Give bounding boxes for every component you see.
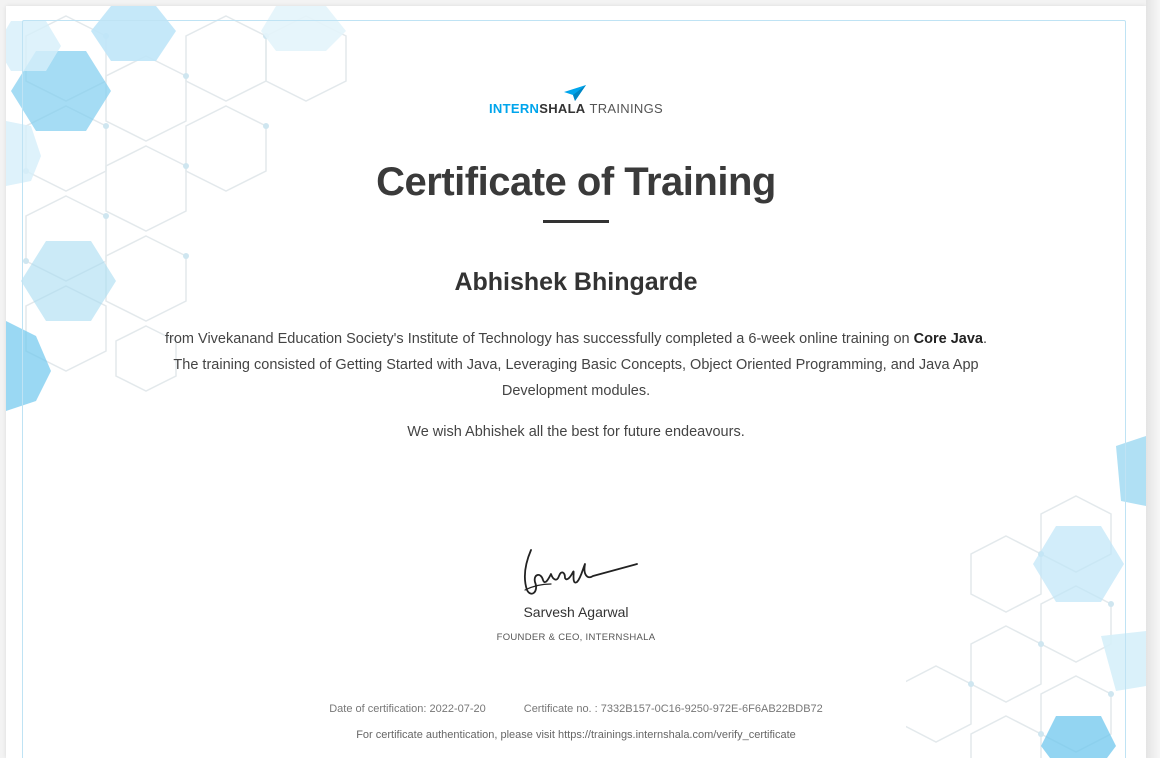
course-name: Core Java	[913, 331, 983, 347]
title-divider	[543, 220, 609, 223]
certificate-title: Certificate of Training	[376, 160, 776, 204]
body-text-part1: from Vivekanand Education Society's Inst…	[165, 331, 910, 347]
brand-intern: INTERN	[489, 101, 540, 116]
brand-shala: SHALA	[539, 101, 586, 116]
signature-image	[524, 549, 638, 595]
certificate-page: INTERNSHALA TRAININGS Certificate of Trai…	[6, 6, 1146, 758]
signer-name: Sarvesh Agarwal	[523, 604, 629, 620]
brand-logo-text: INTERNSHALA TRAININGS	[6, 101, 1146, 116]
paper-plane-icon	[564, 85, 586, 101]
certificate-number: Certificate no. : 7332B157-0C16-9250-972…	[523, 703, 823, 715]
certification-date: Date of certification: 2022-07-20	[329, 703, 486, 715]
certificate-content: INTERNSHALA TRAININGS Certificate of Trai…	[6, 6, 1146, 758]
authentication-note: For certificate authentication, please v…	[356, 729, 796, 741]
brand-trainings: TRAININGS	[589, 101, 663, 116]
certificate-body: from Vivekanand Education Society's Inst…	[156, 326, 996, 404]
wish-message: We wish Abhishek all the best for future…	[407, 424, 745, 440]
recipient-name: Abhishek Bhingarde	[454, 268, 698, 296]
document-viewer: INTERNSHALA TRAININGS Certificate of Trai…	[0, 0, 1160, 758]
signer-title: FOUNDER & CEO, INTERNSHALA	[496, 632, 656, 643]
viewer-scroll-gutter	[1146, 0, 1160, 758]
certificate-meta: Date of certification: 2022-07-20 Certifi…	[6, 703, 1146, 715]
